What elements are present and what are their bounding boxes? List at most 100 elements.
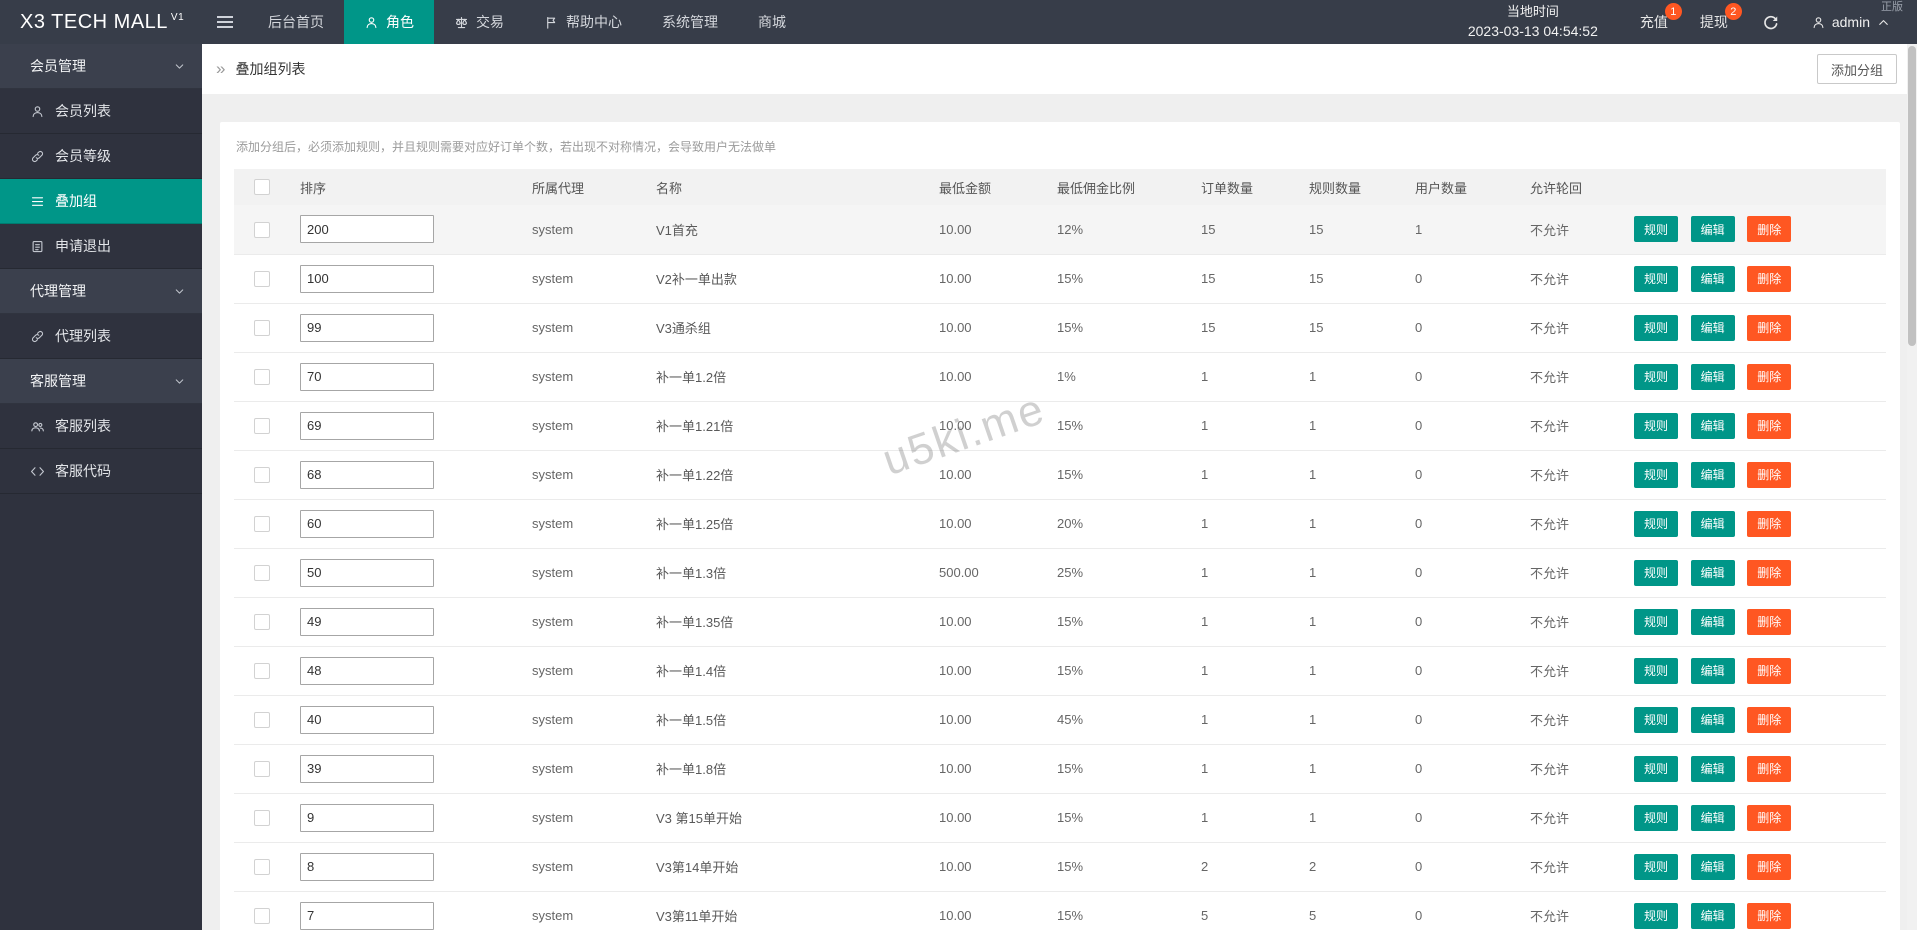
delete-button[interactable]: 删除 <box>1747 608 1792 635</box>
delete-button[interactable]: 删除 <box>1747 755 1792 782</box>
sidebar-item-member-list[interactable]: 会员列表 <box>0 89 202 134</box>
edit-button[interactable]: 编辑 <box>1690 510 1735 537</box>
add-group-button[interactable]: 添加分组 <box>1816 54 1897 84</box>
row-checkbox[interactable] <box>254 564 270 581</box>
sort-input[interactable] <box>300 313 434 342</box>
row-checkbox[interactable] <box>254 270 270 287</box>
delete-button[interactable]: 删除 <box>1747 559 1792 586</box>
menu-toggle-icon[interactable] <box>202 0 248 44</box>
delete-button[interactable]: 删除 <box>1747 902 1792 929</box>
nav-item-help-center[interactable]: 帮助中心 <box>524 0 642 44</box>
edit-button[interactable]: 编辑 <box>1690 608 1735 635</box>
select-all-checkbox[interactable] <box>254 179 270 196</box>
edit-button[interactable]: 编辑 <box>1690 363 1735 390</box>
sidebar-section-member-mgmt[interactable]: 会员管理 <box>0 44 202 89</box>
row-checkbox[interactable] <box>254 319 270 336</box>
sort-input[interactable] <box>300 852 434 881</box>
delete-button[interactable]: 删除 <box>1747 216 1792 243</box>
row-checkbox[interactable] <box>254 858 270 875</box>
rule-button[interactable]: 规则 <box>1634 216 1679 243</box>
rule-button[interactable]: 规则 <box>1634 265 1679 292</box>
rule-button[interactable]: 规则 <box>1634 902 1679 929</box>
nav-item-home[interactable]: 后台首页 <box>248 0 344 44</box>
nav-item-mall[interactable]: 商城 <box>738 0 806 44</box>
edit-button[interactable]: 编辑 <box>1690 706 1735 733</box>
row-checkbox[interactable] <box>254 760 270 777</box>
sidebar-item-service-code[interactable]: 客服代码 <box>0 449 202 494</box>
edit-button[interactable]: 编辑 <box>1690 265 1735 292</box>
sort-input[interactable] <box>300 754 434 783</box>
sidebar-item-stacking-group[interactable]: 叠加组 <box>0 179 202 224</box>
rule-button[interactable]: 规则 <box>1634 510 1679 537</box>
row-checkbox[interactable] <box>254 515 270 532</box>
row-checkbox[interactable] <box>254 662 270 679</box>
delete-button[interactable]: 删除 <box>1747 657 1792 684</box>
sort-input[interactable] <box>300 362 434 391</box>
row-checkbox[interactable] <box>254 809 270 826</box>
edit-button[interactable]: 编辑 <box>1690 314 1735 341</box>
rule-button[interactable]: 规则 <box>1634 363 1679 390</box>
rule-button[interactable]: 规则 <box>1634 461 1679 488</box>
edit-button[interactable]: 编辑 <box>1690 902 1735 929</box>
rule-button[interactable]: 规则 <box>1634 559 1679 586</box>
row-checkbox[interactable] <box>254 613 270 630</box>
row-checkbox[interactable] <box>254 907 270 924</box>
rule-button[interactable]: 规则 <box>1634 706 1679 733</box>
withdraw-button[interactable]: 提现 2 <box>1684 0 1744 44</box>
rule-button[interactable]: 规则 <box>1634 412 1679 439</box>
row-checkbox[interactable] <box>254 711 270 728</box>
scrollbar-thumb[interactable] <box>1908 46 1916 346</box>
delete-button[interactable]: 删除 <box>1747 363 1792 390</box>
rule-button[interactable]: 规则 <box>1634 755 1679 782</box>
edit-button[interactable]: 编辑 <box>1690 853 1735 880</box>
nav-item-roles[interactable]: 角色 <box>344 0 434 44</box>
refresh-icon[interactable] <box>1744 14 1797 31</box>
row-checkbox[interactable] <box>254 221 270 238</box>
sort-input[interactable] <box>300 558 434 587</box>
rule-button[interactable]: 规则 <box>1634 853 1679 880</box>
edit-button[interactable]: 编辑 <box>1690 804 1735 831</box>
delete-button[interactable]: 删除 <box>1747 804 1792 831</box>
rule-button[interactable]: 规则 <box>1634 657 1679 684</box>
delete-button[interactable]: 删除 <box>1747 265 1792 292</box>
sidebar-item-member-level[interactable]: 会员等级 <box>0 134 202 179</box>
delete-button[interactable]: 删除 <box>1747 412 1792 439</box>
edit-button[interactable]: 编辑 <box>1690 461 1735 488</box>
sidebar-section-service-mgmt[interactable]: 客服管理 <box>0 359 202 404</box>
sort-input[interactable] <box>300 215 434 244</box>
nav-item-trade[interactable]: 交易 <box>434 0 524 44</box>
row-checkbox[interactable] <box>254 368 270 385</box>
sidebar-item-agent-list[interactable]: 代理列表 <box>0 314 202 359</box>
sort-input[interactable] <box>300 803 434 832</box>
sort-input[interactable] <box>300 901 434 930</box>
row-checkbox[interactable] <box>254 466 270 483</box>
edit-button[interactable]: 编辑 <box>1690 657 1735 684</box>
rule-button[interactable]: 规则 <box>1634 314 1679 341</box>
edit-button[interactable]: 编辑 <box>1690 559 1735 586</box>
delete-button[interactable]: 删除 <box>1747 510 1792 537</box>
sort-input[interactable] <box>300 705 434 734</box>
delete-button[interactable]: 删除 <box>1747 706 1792 733</box>
edit-button[interactable]: 编辑 <box>1690 412 1735 439</box>
edit-button[interactable]: 编辑 <box>1690 755 1735 782</box>
delete-button[interactable]: 删除 <box>1747 314 1792 341</box>
sort-input[interactable] <box>300 656 434 685</box>
sidebar-item-apply-exit[interactable]: 申请退出 <box>0 224 202 269</box>
sort-input[interactable] <box>300 264 434 293</box>
vertical-scrollbar[interactable] <box>1907 44 1917 930</box>
recharge-button[interactable]: 充值 1 <box>1624 0 1684 44</box>
sort-input[interactable] <box>300 460 434 489</box>
sort-input[interactable] <box>300 411 434 440</box>
rule-button[interactable]: 规则 <box>1634 804 1679 831</box>
delete-button[interactable]: 删除 <box>1747 853 1792 880</box>
sidebar-section-agent-mgmt[interactable]: 代理管理 <box>0 269 202 314</box>
user-menu[interactable]: admin <box>1797 14 1917 30</box>
edit-button[interactable]: 编辑 <box>1690 216 1735 243</box>
sort-input[interactable] <box>300 607 434 636</box>
row-checkbox[interactable] <box>254 417 270 434</box>
delete-button[interactable]: 删除 <box>1747 461 1792 488</box>
nav-item-system[interactable]: 系统管理 <box>642 0 738 44</box>
rule-button[interactable]: 规则 <box>1634 608 1679 635</box>
sort-input[interactable] <box>300 509 434 538</box>
sidebar-item-service-list[interactable]: 客服列表 <box>0 404 202 449</box>
